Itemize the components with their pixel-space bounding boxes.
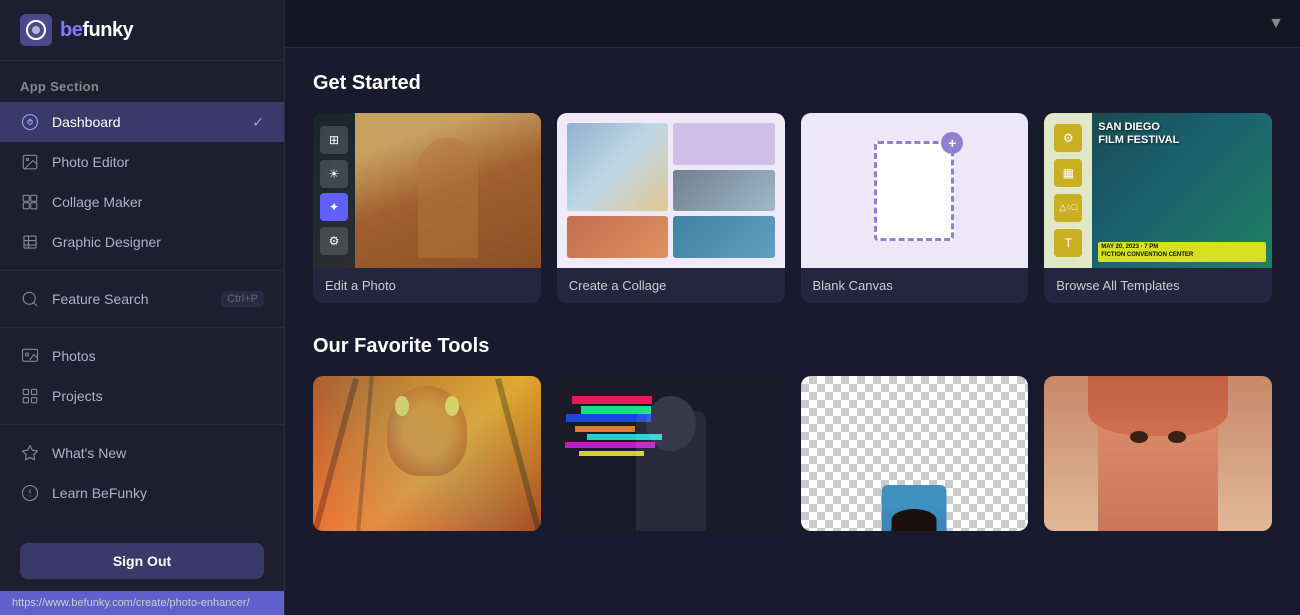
dashboard-label: Dashboard [52,114,121,130]
sidebar-item-graphic-designer[interactable]: Graphic Designer [0,222,284,262]
feature-search-label: Feature Search [52,291,149,307]
nav-divider-2 [0,327,284,328]
sidebar-item-photo-editor[interactable]: Photo Editor [0,142,284,182]
graphic-designer-label: Graphic Designer [52,234,161,250]
feature-search-shortcut: Ctrl+P [221,291,264,307]
create-collage-card[interactable]: Create a Collage [557,113,785,303]
sidebar-nav: Dashboard ✓ Photo Editor Collage Maker G… [0,102,284,531]
favorite-tools-cards [313,376,1272,531]
favorite-tools-title: Our Favorite Tools [313,335,1272,358]
sidebar-item-learn-befunky[interactable]: Learn BeFunky [0,473,284,513]
logo-text: befunky [60,19,133,42]
nav-divider-3 [0,424,284,425]
crop-tool-icon: ⊞ [320,126,348,154]
top-chevron-icon: ▼ [1268,15,1284,33]
sidebar-item-collage-maker[interactable]: Collage Maker [0,182,284,222]
sidebar-item-whats-new[interactable]: What's New [0,433,284,473]
photos-label: Photos [52,348,96,364]
whats-new-label: What's New [52,445,126,461]
sidebar-item-photos[interactable]: Photos [0,336,284,376]
dashboard-icon [20,112,40,132]
edit-photo-card[interactable]: ⊞ ☀ ✦ ⚙ Edit a Photo [313,113,541,303]
blank-canvas-label: Blank Canvas [801,268,1029,303]
main-content: Get Started ⊞ ☀ ✦ ⚙ [285,48,1300,615]
tool-card-portrait[interactable] [1044,376,1272,531]
magic-tool-icon: ✦ [320,193,348,221]
logo-area: befunky [0,0,284,61]
url-bar: https://www.befunky.com/create/photo-enh… [0,591,284,615]
projects-icon [20,386,40,406]
whats-new-icon [20,443,40,463]
edit-photo-label: Edit a Photo [313,268,541,303]
photo-editor-label: Photo Editor [52,154,129,170]
tool-card-tiger[interactable] [313,376,541,531]
browse-templates-card-image: ⚙ ▦ △○□ T SAN DIEGOFILM FESTIVAL MAY 20,… [1044,113,1272,268]
adjust-tool-icon: ⚙ [320,227,348,255]
browse-templates-label: Browse All Templates [1044,268,1272,303]
tool-card-glitch[interactable] [557,376,785,531]
collage-maker-icon [20,192,40,212]
blank-canvas-card-image: + [801,113,1029,268]
sidebar-item-projects[interactable]: Projects [0,376,284,416]
sidebar-item-dashboard[interactable]: Dashboard ✓ [0,102,284,142]
photo-editor-icon [20,152,40,172]
light-tool-icon: ☀ [320,160,348,188]
search-icon [20,289,40,309]
create-collage-card-image [557,113,785,268]
sidebar: befunky App Section Dashboard ✓ Photo Ed… [0,0,285,615]
blank-canvas-card[interactable]: + Blank Canvas [801,113,1029,303]
browse-templates-card[interactable]: ⚙ ▦ △○□ T SAN DIEGOFILM FESTIVAL MAY 20,… [1044,113,1272,303]
logo-icon [20,14,52,46]
collage-maker-label: Collage Maker [52,194,142,210]
top-bar: ▼ [285,0,1300,48]
learn-befunky-label: Learn BeFunky [52,485,147,501]
learn-icon [20,483,40,503]
create-collage-label: Create a Collage [557,268,785,303]
edit-photo-card-image: ⊞ ☀ ✦ ⚙ [313,113,541,268]
nav-divider-1 [0,270,284,271]
graphic-designer-icon [20,232,40,252]
get-started-cards: ⊞ ☀ ✦ ⚙ Edit a Photo [313,113,1272,303]
tool-card-bg-remover[interactable] [801,376,1029,531]
sidebar-item-feature-search[interactable]: Feature Search Ctrl+P [0,279,284,319]
get-started-title: Get Started [313,72,1272,95]
photos-icon [20,346,40,366]
projects-label: Projects [52,388,103,404]
active-check-icon: ✓ [252,114,264,131]
app-section-label: App Section [0,61,284,102]
sign-out-button[interactable]: Sign Out [20,543,264,579]
